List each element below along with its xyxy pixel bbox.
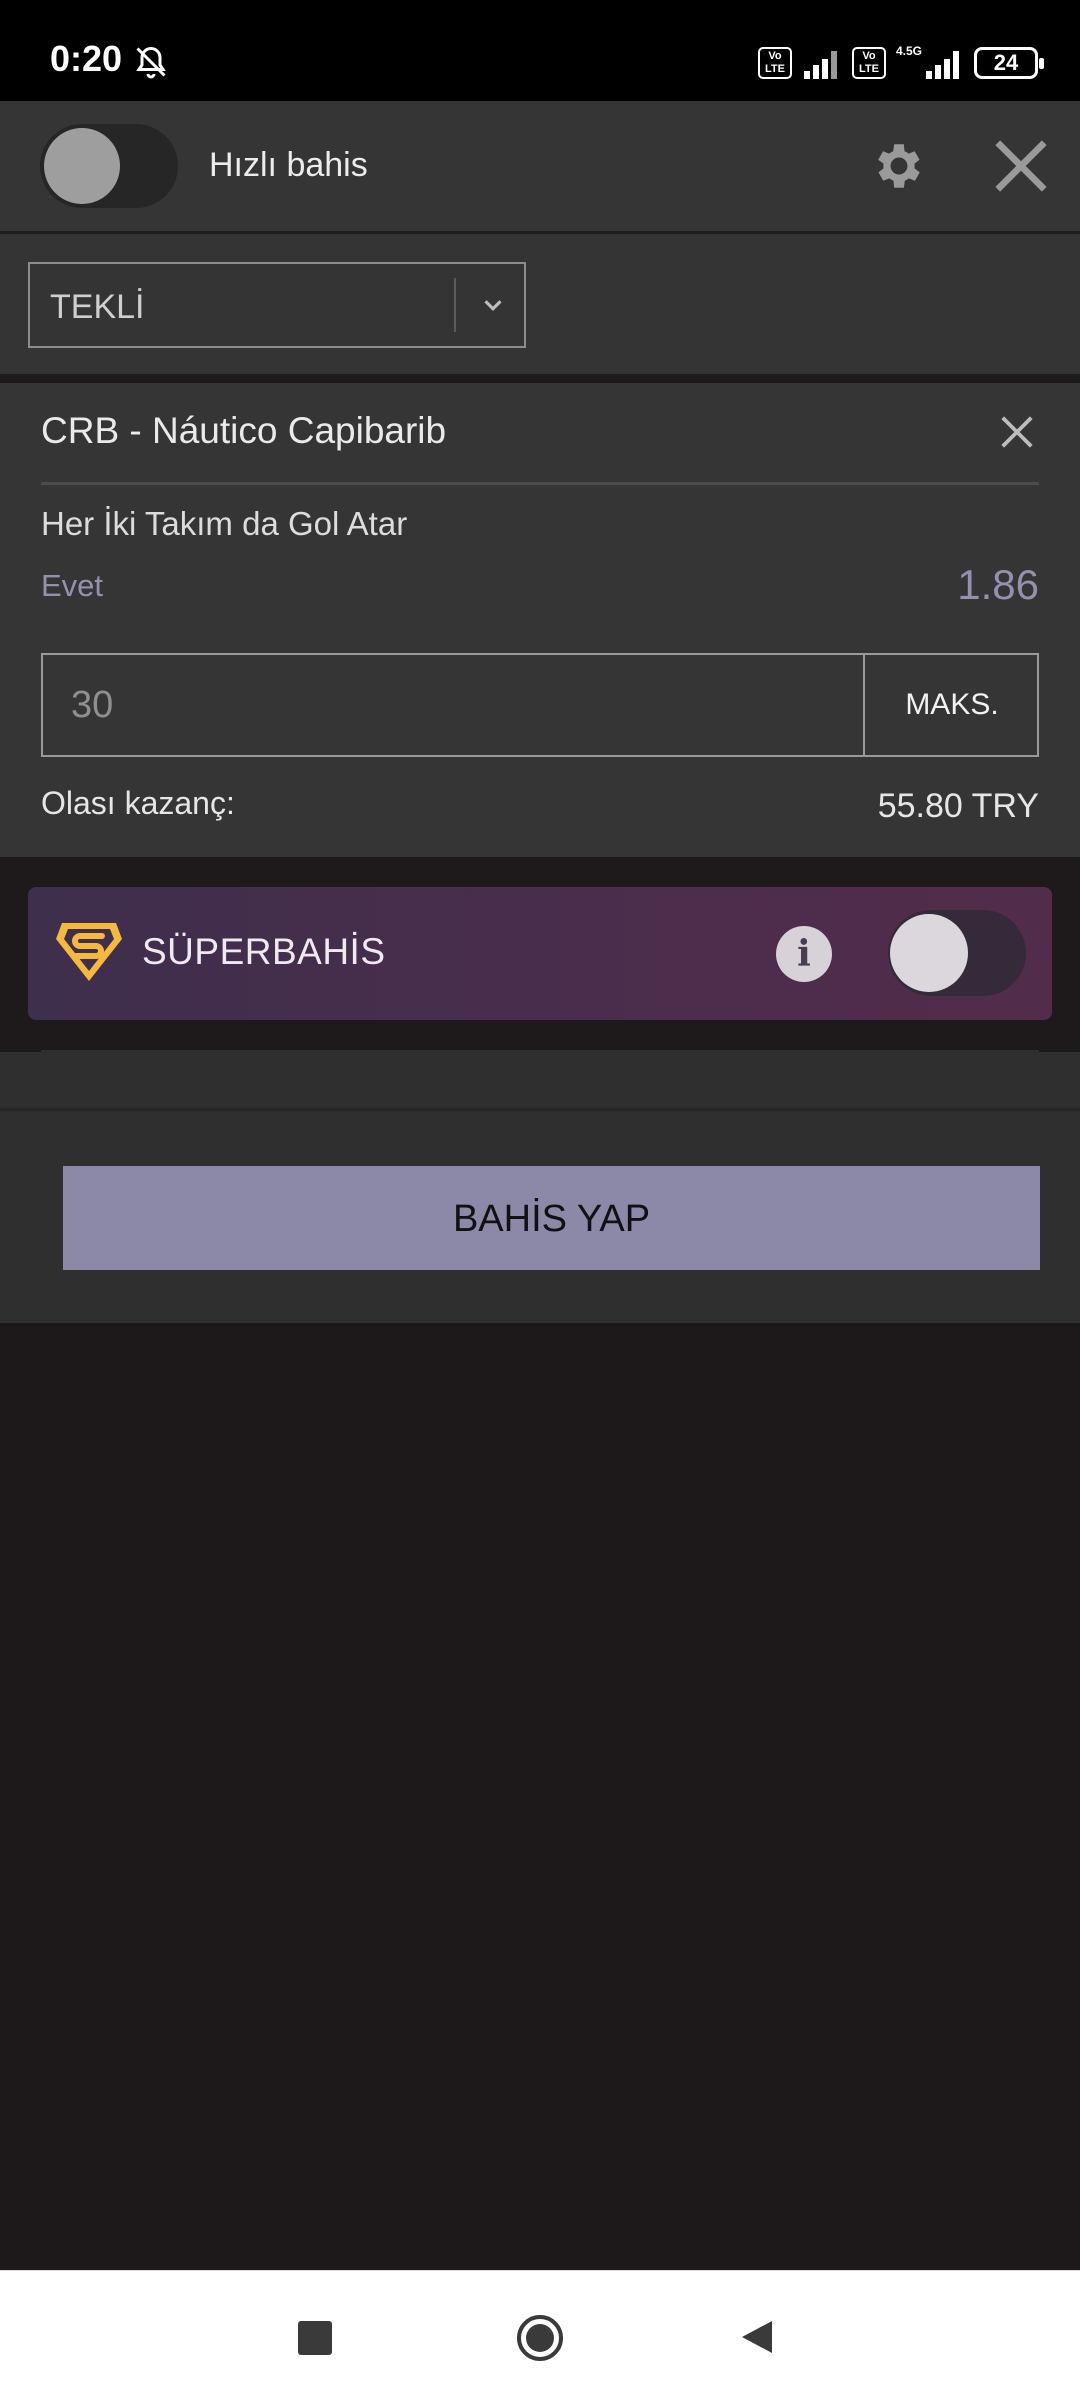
- max-stake-button[interactable]: MAKS.: [863, 655, 1039, 755]
- odds-value: 1.86: [957, 561, 1039, 608]
- signal-icon-2: [924, 47, 964, 79]
- volte-badge: Vo LTE: [757, 47, 792, 79]
- status-bar: 0:20 Vo LTE Vo LTE 4.5G 24: [0, 0, 1080, 101]
- close-icon[interactable]: [990, 135, 1052, 197]
- toggle-knob: [44, 128, 120, 204]
- market-name: Her İki Takım da Gol Atar: [41, 505, 408, 542]
- divider: [41, 482, 1039, 485]
- select-divider: [454, 278, 456, 332]
- superbahis-logo-icon: [56, 923, 122, 981]
- bell-off-icon: [136, 46, 166, 79]
- remove-bet-icon[interactable]: [998, 413, 1036, 451]
- gear-icon[interactable]: [870, 137, 928, 195]
- info-icon[interactable]: i: [776, 926, 832, 982]
- quick-bet-toggle[interactable]: [40, 124, 178, 208]
- superbahis-banner: SÜPERBAHİS i: [28, 887, 1052, 1020]
- status-icons: Vo LTE Vo LTE 4.5G 24: [757, 44, 1044, 82]
- home-icon[interactable]: [515, 2313, 565, 2363]
- bet-type-value: TEKLİ: [50, 288, 145, 326]
- bet-card: CRB - Náutico Capibarib Her İki Takım da…: [0, 383, 1080, 857]
- match-title: CRB - Náutico Capibarib: [41, 410, 447, 451]
- potential-win-value: 55.80 TRY: [877, 787, 1039, 825]
- bet-type-select[interactable]: TEKLİ: [28, 262, 526, 348]
- betslip-header: Hızlı bahis: [0, 101, 1080, 234]
- stake-input[interactable]: [43, 655, 861, 755]
- quick-bet-label: Hızlı bahis: [209, 146, 368, 184]
- stake-field: MAKS.: [41, 653, 1039, 757]
- superbahis-title: SÜPERBAHİS: [142, 931, 386, 972]
- battery-icon: 24: [974, 47, 1044, 79]
- place-bet-button[interactable]: BAHİS YAP: [63, 1166, 1040, 1270]
- network-type: 4.5G: [895, 44, 922, 58]
- back-icon[interactable]: [738, 2317, 778, 2357]
- superbahis-toggle[interactable]: [888, 910, 1026, 996]
- recents-icon[interactable]: [298, 2321, 332, 2355]
- chevron-down-icon: [484, 300, 502, 311]
- volte-badge-2: Vo LTE: [851, 47, 886, 79]
- android-nav-bar: [0, 2270, 1080, 2401]
- bet-type-row: TEKLİ: [0, 234, 1080, 380]
- status-time: 0:20: [50, 38, 123, 79]
- place-bet-area: BAHİS YAP: [0, 1111, 1080, 1323]
- toggle-knob: [890, 914, 968, 992]
- spacer-strip: [0, 1052, 1080, 1111]
- signal-icon: [802, 47, 842, 79]
- selection-name: Evet: [41, 568, 104, 603]
- potential-win-label: Olası kazanç:: [41, 785, 235, 821]
- superbahis-section: SÜPERBAHİS i: [0, 857, 1080, 1049]
